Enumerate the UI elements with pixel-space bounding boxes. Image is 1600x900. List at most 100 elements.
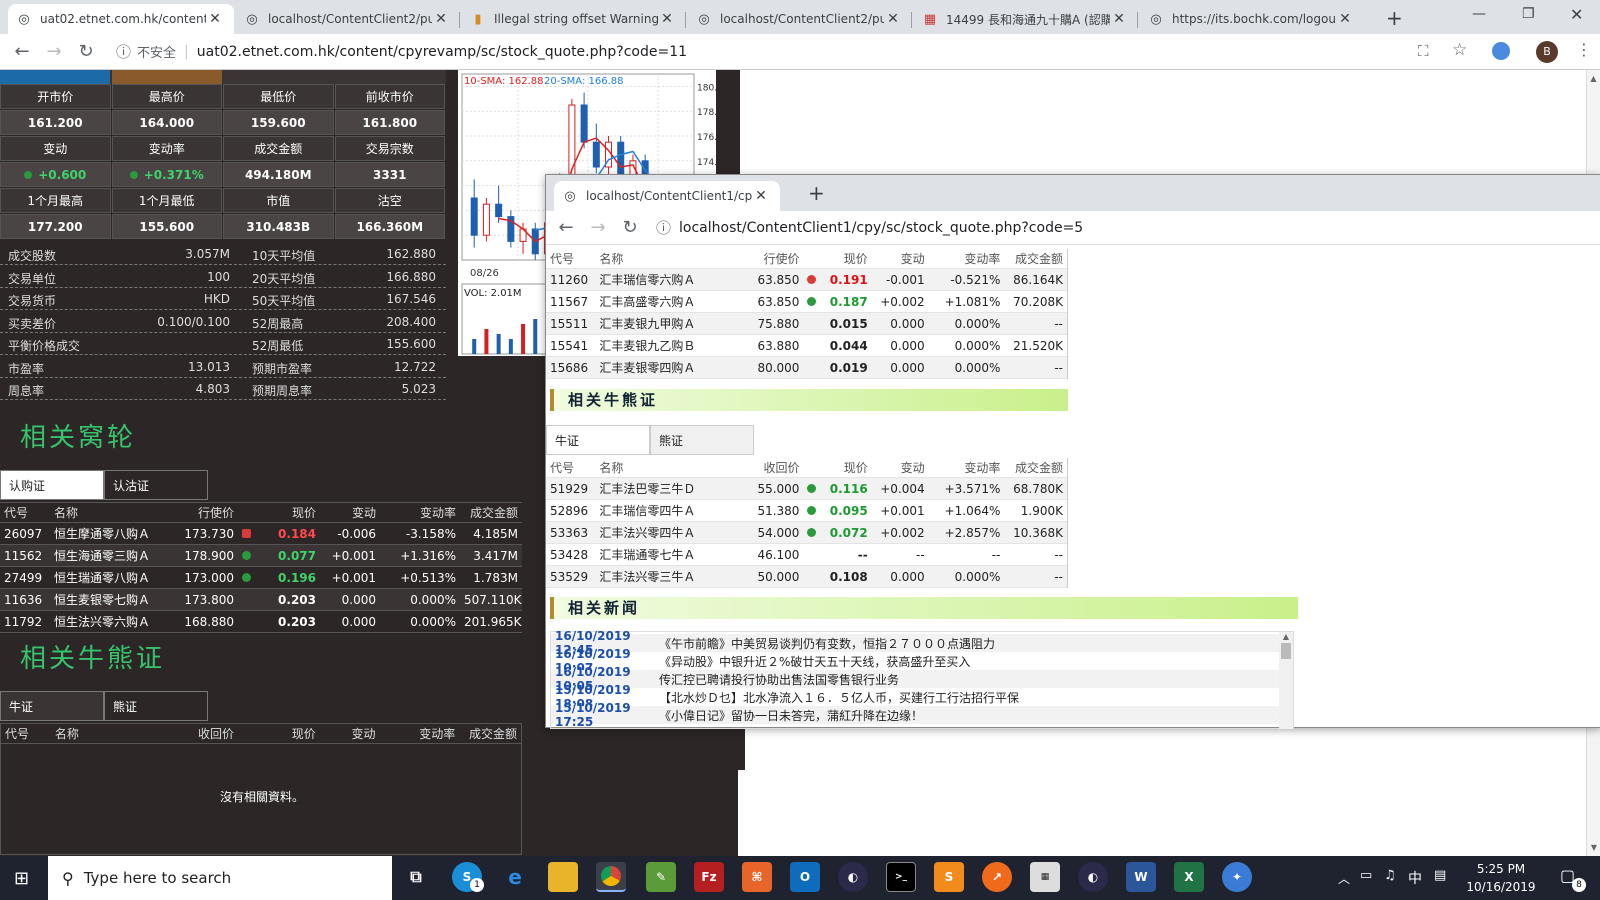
postman-icon[interactable]: ↗: [982, 862, 1012, 892]
back-icon[interactable]: ←: [550, 217, 582, 238]
news-item[interactable]: 15/10/2019 18:08 【北水炒Ｄ乜】北水净流入１６．５亿人币，买建行工…: [551, 683, 1279, 711]
cell-code[interactable]: 11636: [0, 593, 50, 607]
tab-call-warrants[interactable]: 认购证: [0, 470, 104, 500]
news-headline[interactable]: 【北水炒Ｄ乜】北水净流入１６．５亿人币，买建行工行沽招行平保: [659, 689, 1019, 706]
cell-code[interactable]: 15686: [546, 361, 595, 375]
tab-put-warrants[interactable]: 认沽证: [104, 470, 208, 500]
table-row[interactable]: 15686 汇丰麦银零四购Ａ 80.000 0.019 0.000 0.000% --: [546, 357, 1067, 379]
cell-code[interactable]: 27499: [0, 571, 50, 585]
app-icon[interactable]: ⌘: [742, 862, 772, 892]
tab-bull[interactable]: 牛证: [0, 691, 104, 721]
table-row[interactable]: 15511 汇丰麦银九甲购Ａ 75.880 0.015 0.000 0.000% --: [546, 313, 1067, 335]
app-bird-icon[interactable]: ✦: [1222, 862, 1252, 892]
cell-name[interactable]: 汇丰麦银零四购Ａ: [595, 359, 731, 376]
url-text[interactable]: localhost/ContentClient1/cpy/sc/stock_qu…: [679, 220, 1083, 236]
notepad-plus-icon[interactable]: ✎: [646, 862, 676, 892]
close-tab-icon[interactable]: ✕: [1110, 11, 1128, 27]
table-row[interactable]: 11562 恒生海通零三购Ａ 178.900 0.077 +0.001 +1.316% 3.…: [0, 545, 522, 567]
table-row[interactable]: 53428 汇丰瑞通零七牛Ａ 46.100 -- -- -- --: [546, 544, 1067, 566]
profile-avatar[interactable]: B: [1536, 41, 1558, 63]
close-window-icon[interactable]: ✕: [1570, 5, 1583, 24]
tab-bear[interactable]: 熊证: [104, 691, 208, 721]
cell-name[interactable]: 汇丰瑞信零四牛Ａ: [595, 502, 731, 519]
cell-code[interactable]: 15511: [546, 317, 595, 331]
address-bar[interactable]: ⓘ 不安全 | uat02.etnet.com.hk/content/cpyre…: [116, 39, 687, 65]
keyboard-icon[interactable]: ▤: [1434, 868, 1446, 883]
cell-code[interactable]: 53428: [546, 548, 595, 562]
browser-tab-1[interactable]: ◎ uat02.etnet.com.hk/content/cp ✕: [8, 4, 234, 34]
eclipse-2-icon[interactable]: ◐: [1078, 862, 1108, 892]
maximize-icon[interactable]: ❐: [1522, 6, 1535, 22]
news-item[interactable]: 16/10/2019 10:07 《异动股》中银升近２%破廿天五十天线，获高盛升至…: [551, 647, 1279, 675]
cell-code[interactable]: 53363: [546, 526, 595, 540]
cell-name[interactable]: 恒生海通零三购Ａ: [50, 547, 166, 564]
close-tab-icon[interactable]: ✕: [658, 11, 676, 27]
terminal-icon[interactable]: >_: [886, 862, 916, 892]
browser-tab-2[interactable]: ◎ localhost/ContentClient2/publ ✕: [236, 4, 460, 34]
word-icon[interactable]: W: [1126, 862, 1156, 892]
network-icon[interactable]: ▭: [1360, 868, 1372, 883]
windows-start-icon[interactable]: ⊞: [14, 868, 29, 889]
extension-icon[interactable]: [1492, 42, 1510, 60]
table-row[interactable]: 53363 汇丰法兴零四牛Ａ 54.000 0.072 +0.002 +2.857% 10.…: [546, 522, 1067, 544]
close-tab-icon[interactable]: ✕: [752, 188, 770, 204]
cell-name[interactable]: 汇丰麦银九甲购Ａ: [595, 315, 731, 332]
new-tab-button[interactable]: +: [808, 181, 825, 205]
news-item[interactable]: 15/10/2019 17:25 《小偉日记》留协一日未答完，蒲紅升降在边缘！: [551, 701, 1279, 729]
close-tab-icon[interactable]: ✕: [884, 11, 902, 27]
cell-name[interactable]: 汇丰瑞通零七牛Ａ: [595, 546, 731, 563]
edge-icon[interactable]: e: [500, 862, 530, 892]
menu-dots-icon[interactable]: ⋮: [1576, 40, 1592, 59]
news-headline[interactable]: 《小偉日记》留协一日未答完，蒲紅升降在边缘！: [659, 707, 923, 724]
table-row[interactable]: 11792 恒生法兴零六购Ａ 168.880 0.203 0.000 0.000% 201.…: [0, 611, 522, 633]
cell-name[interactable]: 恒生法兴零六购Ａ: [50, 613, 166, 630]
news-headline[interactable]: 《异动股》中银升近２%破廿天五十天线，获高盛升至买入: [659, 653, 970, 670]
sublime-icon[interactable]: S: [934, 862, 964, 892]
forward-icon[interactable]: →: [582, 217, 614, 238]
forward-icon[interactable]: →: [38, 41, 70, 62]
table-row[interactable]: 26097 恒生摩通零八购Ａ 173.730 0.184 -0.006 -3.158% 4.…: [0, 523, 522, 545]
cell-name[interactable]: 汇丰瑞信零六购Ａ: [595, 271, 731, 288]
tab-bull[interactable]: 牛证: [546, 425, 650, 455]
volume-icon[interactable]: ♫: [1384, 868, 1396, 883]
cell-name[interactable]: 汇丰法巴零三牛Ｄ: [595, 480, 731, 497]
cell-code[interactable]: 11792: [0, 615, 50, 629]
info-icon[interactable]: ⓘ: [656, 217, 671, 238]
browser-tab-5[interactable]: ▦ 14499 長和海通九十購A (認購 ✕: [914, 4, 1138, 34]
news-scrollbar[interactable]: ▲: [1279, 632, 1293, 729]
close-tab-icon[interactable]: ✕: [1336, 11, 1354, 27]
ime-indicator[interactable]: 中: [1408, 868, 1422, 888]
browser-tab-4[interactable]: ◎ localhost/ContentClient2/publ ✕: [688, 4, 912, 34]
app-grid-icon[interactable]: ▦: [1030, 862, 1060, 892]
minimize-icon[interactable]: —: [1472, 6, 1486, 22]
bookmark-star-icon[interactable]: ☆: [1452, 40, 1467, 60]
cell-code[interactable]: 53529: [546, 570, 595, 584]
popup-tab[interactable]: ◎ localhost/ContentClient1/cpy/sc/ ✕: [554, 181, 780, 211]
clock-time[interactable]: 5:25 PM: [1466, 862, 1536, 876]
news-headline[interactable]: 《午市前瞻》中美贸易谈判仍有变数，恒指２７０００点遇阻力: [659, 635, 995, 652]
table-row[interactable]: 15541 汇丰麦银九乙购Ｂ 63.880 0.044 0.000 0.000% 21.52…: [546, 335, 1067, 357]
info-icon[interactable]: ⓘ: [116, 41, 131, 62]
cell-code[interactable]: 15541: [546, 339, 595, 353]
cell-code[interactable]: 11260: [546, 273, 595, 287]
tab-bear[interactable]: 熊证: [650, 425, 754, 455]
close-tab-icon[interactable]: ✕: [206, 11, 224, 27]
news-headline[interactable]: 传汇控已聘请投行协助出售法国零售银行业务: [659, 671, 899, 688]
cell-name[interactable]: 恒生麦银零七购Ａ: [50, 591, 166, 608]
outlook-icon[interactable]: O: [790, 862, 820, 892]
file-explorer-icon[interactable]: [548, 862, 578, 892]
news-item[interactable]: 16/10/2019 10:05 传汇控已聘请投行协助出售法国零售银行业务: [551, 665, 1279, 693]
back-icon[interactable]: ←: [6, 41, 38, 62]
new-tab-button[interactable]: +: [1386, 6, 1403, 30]
table-row[interactable]: 11567 汇丰高盛零六购Ａ 63.850 0.187 +0.002 +1.081% 70.…: [546, 291, 1067, 313]
cell-name[interactable]: 汇丰麦银九乙购Ｂ: [595, 337, 731, 354]
cell-code[interactable]: 52896: [546, 504, 595, 518]
excel-icon[interactable]: X: [1174, 862, 1204, 892]
cell-code[interactable]: 51929: [546, 482, 595, 496]
clock-date[interactable]: 10/16/2019: [1466, 880, 1536, 894]
table-row[interactable]: 53529 汇丰法兴零三牛Ａ 50.000 0.108 0.000 0.000% --: [546, 566, 1067, 588]
filezilla-icon[interactable]: Fz: [694, 862, 724, 892]
cell-code[interactable]: 26097: [0, 527, 50, 541]
cell-name[interactable]: 汇丰法兴零四牛Ａ: [595, 524, 731, 541]
table-row[interactable]: 51929 汇丰法巴零三牛Ｄ 55.000 0.116 +0.004 +3.571% 68.…: [546, 478, 1067, 500]
